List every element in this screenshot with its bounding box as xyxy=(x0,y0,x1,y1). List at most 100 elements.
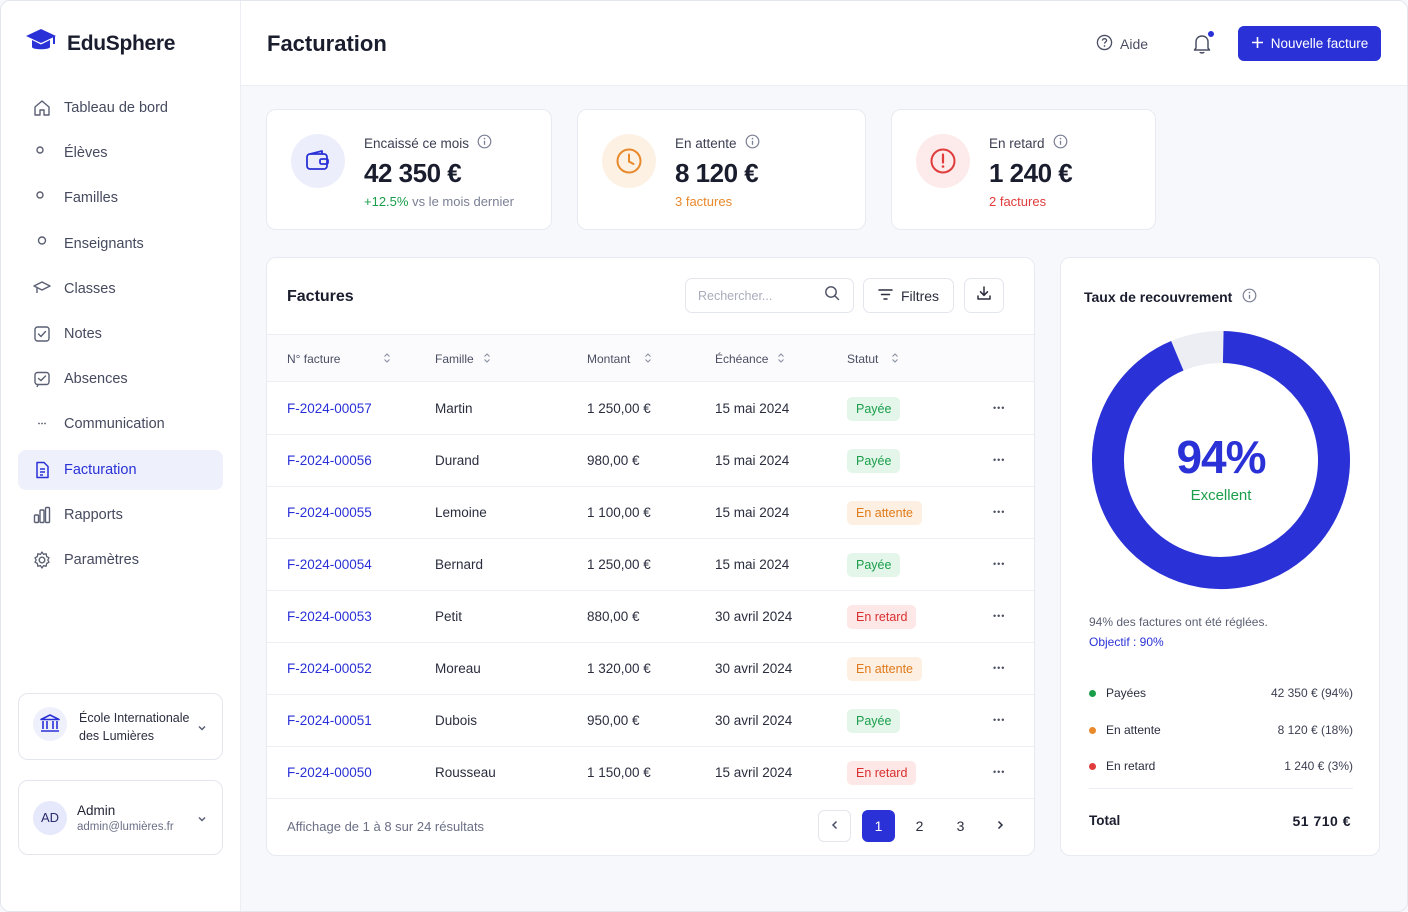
legend-value: 8 120 € (18%) xyxy=(1277,722,1353,737)
sort-icon[interactable] xyxy=(383,352,391,364)
next-page-button[interactable] xyxy=(983,810,1016,842)
table-row[interactable]: F-2024-00050 Rousseau 1 150,00 € 15 avril 2… xyxy=(267,747,1034,799)
brand[interactable]: EduSphere xyxy=(25,27,175,60)
invoice-number-link[interactable]: F-2024-00055 xyxy=(287,505,372,520)
help-button[interactable]: Aide xyxy=(1096,34,1148,54)
invoice-number-link[interactable]: F-2024-00057 xyxy=(287,401,372,416)
column-header[interactable]: N° facture xyxy=(287,352,340,366)
chevron-down-icon xyxy=(196,721,208,739)
invoice-number-link[interactable]: F-2024-00051 xyxy=(287,713,372,728)
user-email: admin@lumières.fr xyxy=(77,820,174,833)
amount-cell: 1 320,00 € xyxy=(587,661,651,676)
more-actions-icon[interactable]: ••• xyxy=(993,715,1005,725)
invoice-number-link[interactable]: F-2024-00053 xyxy=(287,609,372,624)
info-icon[interactable] xyxy=(1053,134,1068,152)
sidebar-item-label: Absences xyxy=(64,371,128,388)
families-icon xyxy=(32,188,52,208)
sidebar-item-eleves[interactable]: Élèves xyxy=(18,133,223,173)
prev-page-button[interactable] xyxy=(818,810,851,842)
chevron-down-icon xyxy=(196,812,208,830)
download-button[interactable] xyxy=(964,278,1004,313)
sidebar-item-communication[interactable]: Communication xyxy=(18,404,223,444)
table-row[interactable]: F-2024-00051 Dubois 950,00 € 30 avril 2024 P… xyxy=(267,695,1034,747)
table-row[interactable]: F-2024-00054 Bernard 1 250,00 € 15 mai 2024… xyxy=(267,539,1034,591)
sidebar-item-label: Paramètres xyxy=(64,551,139,568)
school-selector[interactable]: École Internationale des Lumières xyxy=(18,693,223,760)
sidebar-item-absences[interactable]: Absences xyxy=(18,359,223,399)
sort-icon[interactable] xyxy=(777,352,785,364)
sidebar-item-notes[interactable]: Notes xyxy=(18,314,223,354)
invoice-number-link[interactable]: F-2024-00050 xyxy=(287,765,372,780)
sidebar: EduSphere Tableau de bord Élèves Familles E… xyxy=(1,1,241,911)
sort-icon[interactable] xyxy=(891,352,899,364)
recovery-rating: Excellent xyxy=(1190,487,1252,504)
invoices-panel: Factures Filtres N° facture Famille Montan… xyxy=(266,257,1035,856)
notifications-button[interactable] xyxy=(1191,30,1215,60)
table-row[interactable]: F-2024-00056 Durand 980,00 € 15 mai 2024 Pay… xyxy=(267,435,1034,487)
more-actions-icon[interactable]: ••• xyxy=(993,767,1005,777)
invoice-number-link[interactable]: F-2024-00054 xyxy=(287,557,372,572)
sort-icon[interactable] xyxy=(644,352,652,364)
info-icon[interactable] xyxy=(745,134,760,152)
table-row[interactable]: F-2024-00057 Martin 1 250,00 € 15 mai 2024 P… xyxy=(267,383,1034,435)
stat-count: 2 factures xyxy=(989,194,1047,209)
family-cell: Rousseau xyxy=(435,765,496,780)
filters-button[interactable]: Filtres xyxy=(863,278,954,313)
sidebar-item-facturation[interactable]: Facturation xyxy=(18,449,223,490)
family-cell: Petit xyxy=(435,609,463,624)
status-badge: En retard xyxy=(847,605,917,629)
more-actions-icon[interactable]: ••• xyxy=(993,507,1005,517)
sidebar-item-parametres[interactable]: Paramètres xyxy=(18,540,223,580)
invoice-number-link[interactable]: F-2024-00052 xyxy=(287,661,372,676)
reports-icon xyxy=(32,505,52,525)
more-actions-icon[interactable]: ••• xyxy=(993,611,1005,621)
more-actions-icon[interactable]: ••• xyxy=(993,403,1005,413)
more-actions-icon[interactable]: ••• xyxy=(993,559,1005,569)
due-date-cell: 15 avril 2024 xyxy=(715,765,793,780)
sidebar-item-label: Facturation xyxy=(64,461,137,478)
status-badge: En attente xyxy=(847,501,922,525)
due-date-cell: 30 avril 2024 xyxy=(715,713,793,728)
school-name: École Internationale des Lumières xyxy=(79,710,190,743)
more-actions-icon[interactable]: ••• xyxy=(993,455,1005,465)
invoice-number-link[interactable]: F-2024-00056 xyxy=(287,453,372,468)
page-button[interactable]: 2 xyxy=(903,810,936,842)
sidebar-item-classes[interactable]: Classes xyxy=(18,269,223,309)
column-header-label: Montant xyxy=(587,352,631,366)
legend-value: 1 240 € (3%) xyxy=(1284,759,1353,773)
sidebar-item-rapports[interactable]: Rapports xyxy=(18,495,223,535)
sidebar-item-label: Tableau de bord xyxy=(64,100,168,116)
search-box[interactable] xyxy=(685,278,854,313)
info-icon[interactable] xyxy=(1242,288,1257,306)
notification-dot xyxy=(1207,30,1215,38)
sidebar-item-tableau-de-bord[interactable]: Tableau de bord xyxy=(18,88,223,128)
column-header[interactable]: Statut xyxy=(847,352,878,366)
search-icon[interactable] xyxy=(824,285,840,306)
search-input[interactable] xyxy=(698,288,816,303)
stat-card-late: En retard 1 240 € 2 factures xyxy=(891,109,1156,230)
status-badge: En retard xyxy=(847,761,917,785)
status-badge: Payée xyxy=(847,709,901,733)
info-icon[interactable] xyxy=(477,134,492,152)
table-row[interactable]: F-2024-00053 Petit 880,00 € 30 avril 2024 En… xyxy=(267,591,1034,643)
page-button[interactable]: 3 xyxy=(944,810,977,842)
column-header[interactable]: Montant xyxy=(587,352,630,366)
stat-content: En attente 8 120 € 3 factures xyxy=(675,134,760,209)
table-row[interactable]: F-2024-00055 Lemoine 1 100,00 € 15 mai 2024… xyxy=(267,487,1034,539)
family-cell: Moreau xyxy=(435,661,481,676)
divider xyxy=(1089,788,1353,789)
sort-icon[interactable] xyxy=(483,352,491,364)
table-row[interactable]: F-2024-00052 Moreau 1 320,00 € 30 avril 202… xyxy=(267,643,1034,695)
new-invoice-button[interactable]: Nouvelle facture xyxy=(1238,26,1381,61)
recovery-percent: 94% xyxy=(1176,431,1266,483)
page-button[interactable]: 1 xyxy=(862,810,895,842)
sidebar-item-enseignants[interactable]: Enseignants xyxy=(18,224,223,264)
column-header[interactable]: Famille xyxy=(435,352,474,366)
sidebar-item-label: Rapports xyxy=(64,506,123,523)
recovery-title: Taux de recouvrement xyxy=(1084,288,1257,306)
sidebar-item-familles[interactable]: Familles xyxy=(18,178,223,218)
column-header[interactable]: Échéance xyxy=(715,352,768,366)
more-actions-icon[interactable]: ••• xyxy=(993,663,1005,673)
user-menu[interactable]: AD Admin admin@lumières.fr xyxy=(18,780,223,855)
legend-item: Payées 42 350 € (94%) xyxy=(1089,686,1353,702)
